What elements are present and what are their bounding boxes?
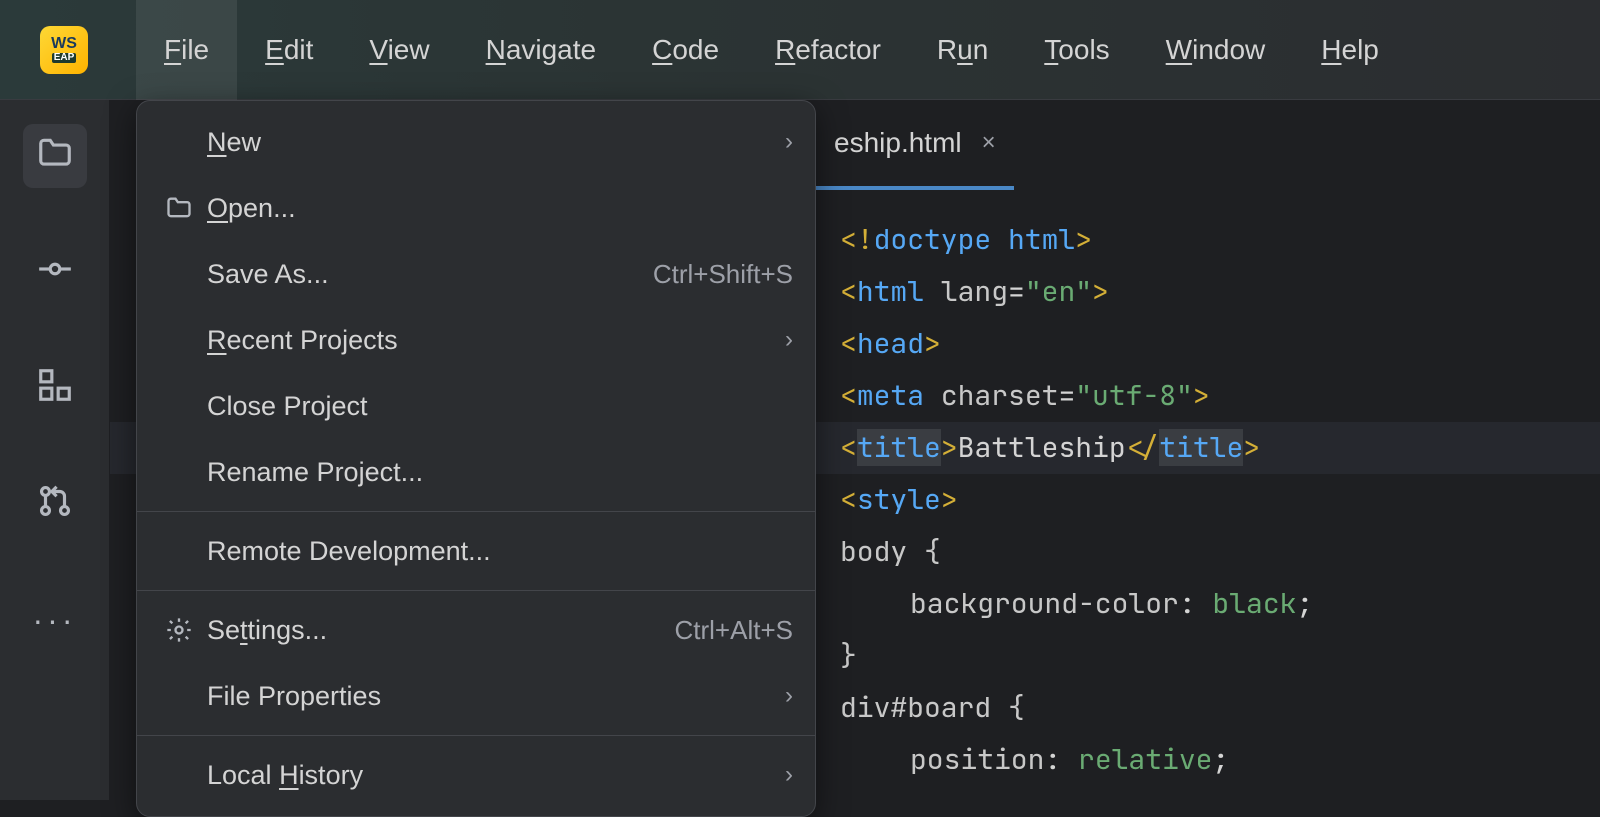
chevron-right-icon: › <box>777 682 793 710</box>
menu-help[interactable]: Help <box>1293 0 1407 100</box>
menu-close-project[interactable]: Close Project <box>137 373 815 439</box>
menu-file-properties[interactable]: File Properties › <box>137 663 815 729</box>
menu-new[interactable]: New › <box>137 109 815 175</box>
menu-remote-development[interactable]: Remote Development... <box>137 518 815 584</box>
menu-navigate[interactable]: Navigate <box>458 0 625 100</box>
menu-settings[interactable]: Settings... Ctrl+Alt+S <box>137 597 815 663</box>
more-icon: ··· <box>33 602 77 639</box>
menu-separator <box>137 590 815 591</box>
menu-rename-project[interactable]: Rename Project... <box>137 439 815 505</box>
commit-tool-button[interactable] <box>23 240 87 304</box>
chevron-right-icon: › <box>777 128 793 156</box>
app-icon: WS EAP <box>40 26 88 74</box>
chevron-right-icon: › <box>777 326 793 354</box>
gear-icon <box>157 616 201 644</box>
folder-icon <box>157 194 201 222</box>
menu-open[interactable]: Open... <box>137 175 815 241</box>
app-icon-text-bottom: EAP <box>52 53 77 63</box>
menu-separator <box>137 735 815 736</box>
more-tool-button[interactable]: ··· <box>23 588 87 652</box>
app-icon-text-top: WS <box>51 36 77 52</box>
structure-tool-button[interactable] <box>23 356 87 420</box>
menubar: File Edit View Navigate Code Refactor Ru… <box>136 0 1407 100</box>
titlebar: WS EAP File Edit View Navigate Code Refa… <box>0 0 1600 100</box>
menu-window[interactable]: Window <box>1138 0 1294 100</box>
menu-file[interactable]: File <box>136 0 237 100</box>
menu-tools[interactable]: Tools <box>1016 0 1137 100</box>
pull-request-icon <box>36 482 74 527</box>
file-menu-dropdown: New › Open... Save As... Ctrl+Shift+S Re… <box>136 100 816 817</box>
editor-tab-battleship[interactable]: eship.html × <box>816 100 1014 190</box>
shortcut-label: Ctrl+Shift+S <box>653 259 793 290</box>
menu-recent-projects[interactable]: Recent Projects › <box>137 307 815 373</box>
menu-refactor[interactable]: Refactor <box>747 0 909 100</box>
menu-local-history[interactable]: Local History › <box>137 742 815 808</box>
commit-icon <box>36 250 74 295</box>
shortcut-label: Ctrl+Alt+S <box>675 615 794 646</box>
menu-view[interactable]: View <box>341 0 457 100</box>
menu-run[interactable]: Run <box>909 0 1016 100</box>
close-icon[interactable]: × <box>982 129 996 157</box>
folder-icon <box>36 134 74 179</box>
menu-code[interactable]: Code <box>624 0 747 100</box>
tab-label: eship.html <box>834 127 962 159</box>
menu-save-as[interactable]: Save As... Ctrl+Shift+S <box>137 241 815 307</box>
menu-edit[interactable]: Edit <box>237 0 341 100</box>
chevron-right-icon: › <box>777 761 793 789</box>
project-tool-button[interactable] <box>23 124 87 188</box>
menu-separator <box>137 511 815 512</box>
vcs-tool-button[interactable] <box>23 472 87 536</box>
sidebar-rail: ··· <box>0 100 110 800</box>
structure-icon <box>36 366 74 411</box>
